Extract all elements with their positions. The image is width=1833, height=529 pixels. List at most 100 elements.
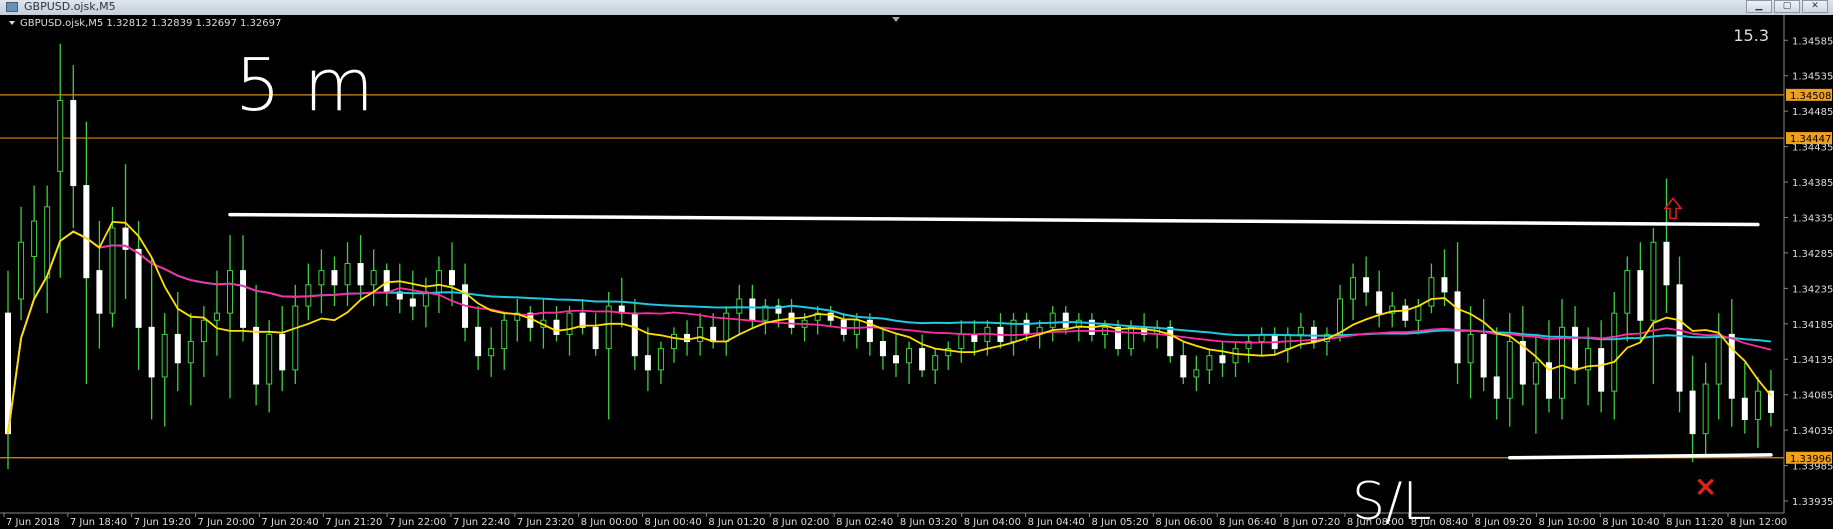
candle-body <box>435 270 442 293</box>
candle-body <box>657 348 664 371</box>
candle-body <box>357 263 364 286</box>
candle-body <box>213 312 220 321</box>
candle-body <box>31 220 38 257</box>
symbol-header: GBPUSD.ojsk,M5 1.32812 1.32839 1.32697 1… <box>20 18 281 29</box>
candle-body <box>553 319 560 335</box>
price-tick-label: 1.34385 <box>1792 178 1833 189</box>
price-tick-label: 1.34585 <box>1792 36 1833 47</box>
candle-body <box>1180 355 1187 378</box>
time-tick-label: 7 Jun 21:20 <box>325 517 382 528</box>
price-tick-label: 1.34335 <box>1792 213 1833 224</box>
candle-body <box>266 333 273 385</box>
candle-body <box>879 341 886 357</box>
time-tick-label: 8 Jun 05:20 <box>1091 517 1148 528</box>
price-tick-label: 1.34135 <box>1792 355 1833 366</box>
candle-body <box>697 326 704 343</box>
candle-body <box>1532 362 1539 385</box>
handwritten-label-stoploss: S/L <box>1352 472 1432 529</box>
candle-body <box>1689 390 1696 435</box>
price-tick-label: 1.33935 <box>1792 497 1833 508</box>
candle-body <box>1376 291 1383 314</box>
handwritten-label-timeframe: 5 m <box>235 43 374 127</box>
candle-body <box>57 100 64 172</box>
candle-body <box>44 206 51 279</box>
time-tick-label: 8 Jun 03:20 <box>900 517 957 528</box>
candle-body <box>161 333 168 378</box>
window-titlebar: GBPUSD.ojsk,M5 ▁ ▢ ✕ <box>0 0 1833 16</box>
close-button[interactable]: ✕ <box>1802 0 1828 13</box>
time-tick-label: 8 Jun 04:40 <box>1028 517 1085 528</box>
candle-body <box>1232 348 1239 364</box>
candle-body <box>109 227 116 314</box>
candle-body <box>475 326 482 357</box>
time-tick-label: 8 Jun 09:20 <box>1475 517 1532 528</box>
candle-body <box>958 333 965 350</box>
price-tick-label: 1.34535 <box>1792 72 1833 83</box>
candle-body <box>1611 312 1618 392</box>
candle-body <box>1702 383 1709 435</box>
maximize-button[interactable]: ▢ <box>1774 0 1800 13</box>
time-tick-label: 7 Jun 22:40 <box>453 517 510 528</box>
level-price-label: 1.34508 <box>1790 91 1831 102</box>
candle-body <box>1741 397 1748 420</box>
candle-body <box>932 355 939 371</box>
price-tick-label: 1.34035 <box>1792 426 1833 437</box>
candle-body <box>1193 369 1200 378</box>
minimize-button[interactable]: ▁ <box>1746 0 1772 13</box>
drawn-trendline <box>228 212 1760 227</box>
candle-body <box>1206 355 1213 371</box>
time-tick-label: 7 Jun 2018 <box>6 517 60 528</box>
candle-body <box>200 319 207 343</box>
candle-body <box>566 312 573 335</box>
time-tick-label: 7 Jun 18:40 <box>70 517 127 528</box>
price-chart[interactable]: 1.345851.345351.344851.344351.343851.343… <box>0 15 1833 529</box>
time-tick-label: 8 Jun 02:00 <box>772 517 829 528</box>
candle-body <box>1402 305 1409 321</box>
candle-body <box>70 100 77 187</box>
candle-body <box>1728 333 1735 399</box>
candle-body <box>671 333 677 350</box>
time-tick-label: 8 Jun 00:00 <box>581 517 638 528</box>
candle-body <box>331 270 338 286</box>
candle-body <box>148 326 155 378</box>
candle-body <box>1598 348 1605 392</box>
level-price-label: 1.33996 <box>1790 454 1831 465</box>
candle-body <box>592 326 599 350</box>
candle-body <box>501 319 508 350</box>
time-tick-label: 7 Jun 22:00 <box>389 517 446 528</box>
candle-body <box>488 348 495 357</box>
time-tick-label: 8 Jun 07:20 <box>1283 517 1340 528</box>
candle-body <box>449 270 455 286</box>
candle-body <box>893 355 899 364</box>
candle-body <box>1467 333 1474 364</box>
candle-body <box>18 241 25 300</box>
candle-body <box>1115 326 1121 350</box>
chart-area[interactable]: 1.34585 1.34535 1.34485 1.34435 1.34385 1.343… <box>0 15 1833 529</box>
candle-body <box>96 270 103 314</box>
price-tick-label: 1.34485 <box>1792 107 1833 118</box>
candle-body <box>279 333 286 371</box>
candle-body <box>318 270 325 286</box>
price-tick-label: 1.34235 <box>1792 284 1833 295</box>
candle-body <box>1428 277 1435 307</box>
candle-body <box>736 298 743 314</box>
candle-body <box>631 312 638 357</box>
candle-body <box>292 305 299 371</box>
candle-body <box>1572 326 1579 371</box>
candle-body <box>1506 341 1513 399</box>
candle-body <box>919 348 926 371</box>
chart-shift-marker-icon <box>892 17 900 22</box>
time-tick-label: 8 Jun 12:00 <box>1730 517 1787 528</box>
time-tick-label: 7 Jun 20:00 <box>198 517 255 528</box>
candle-body <box>971 333 978 343</box>
candle-body <box>1624 270 1631 314</box>
candle-body <box>1337 298 1343 335</box>
candle-body <box>788 312 795 328</box>
candle-body <box>906 348 913 364</box>
candle-body <box>1715 333 1722 385</box>
candle-body <box>1363 277 1370 293</box>
time-tick-label: 8 Jun 01:20 <box>708 517 765 528</box>
candle-body <box>1023 319 1030 335</box>
candle-body <box>1493 376 1500 399</box>
price-tick-label: 1.34185 <box>1792 320 1833 331</box>
